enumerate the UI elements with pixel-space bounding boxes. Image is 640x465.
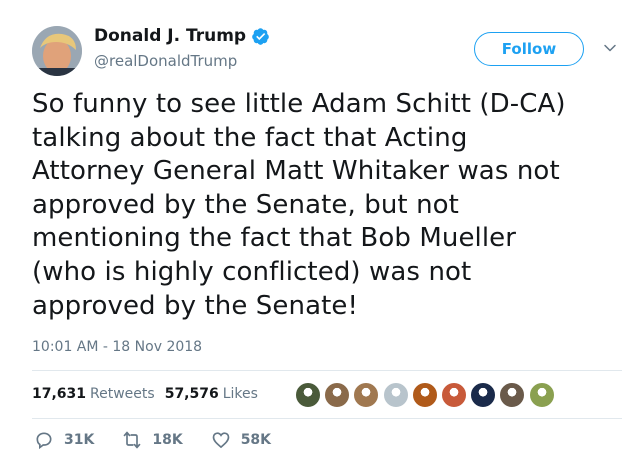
likes-label: Likes xyxy=(222,386,258,402)
tweet-text-line: talking about the fact that Acting xyxy=(32,122,468,153)
tweet-text-line: So funny to see little Adam Schitt (D-CA… xyxy=(32,89,566,119)
liker-avatar[interactable] xyxy=(411,382,438,408)
author-display-name[interactable]: Donald J. Trump xyxy=(94,26,246,46)
profile-avatar[interactable] xyxy=(32,26,82,76)
likes-count: 57,576 xyxy=(164,386,219,402)
reply-count: 31K xyxy=(64,432,95,448)
verified-badge-icon xyxy=(251,27,270,46)
liker-avatar[interactable] xyxy=(353,382,380,408)
heart-icon xyxy=(212,432,230,449)
liker-avatar[interactable] xyxy=(324,382,351,408)
tweet-actions: 31K 18K 58K xyxy=(34,430,299,450)
liker-avatar[interactable] xyxy=(382,382,409,408)
tweet-text-line: approved by the Senate, but not xyxy=(32,189,459,220)
like-button[interactable]: 58K xyxy=(211,430,271,450)
divider xyxy=(32,418,622,419)
chevron-down-icon[interactable] xyxy=(603,40,617,54)
author-name-row: Donald J. Trump xyxy=(94,26,270,46)
liker-avatar[interactable] xyxy=(528,382,555,408)
liker-avatar[interactable] xyxy=(499,382,526,408)
liker-avatars xyxy=(295,382,558,408)
tweet-text-line: Attorney General Matt Whitaker was not xyxy=(32,156,560,187)
retweets-count: 17,631 xyxy=(32,386,87,402)
retweet-icon xyxy=(124,431,141,449)
retweets-stat[interactable]: 17,631 Retweets xyxy=(32,386,155,402)
divider xyxy=(32,370,622,371)
likes-stat[interactable]: 57,576 Likes xyxy=(165,386,258,402)
retweets-label: Retweets xyxy=(90,386,155,402)
retweet-count: 18K xyxy=(152,432,183,448)
tweet-text: So funny to see little Adam Schitt (D-CA… xyxy=(32,88,632,323)
liker-avatar[interactable] xyxy=(295,382,321,408)
tweet-text-line: (who is highly conflicted) was not xyxy=(32,256,472,287)
tweet-stats: 17,631 Retweets 57,576 Likes xyxy=(32,386,268,402)
tweet-text-line: mentioning the fact that Bob Mueller xyxy=(32,223,517,254)
liker-avatar[interactable] xyxy=(440,382,467,408)
retweet-button[interactable]: 18K xyxy=(122,430,183,450)
tweet-timestamp[interactable]: 10:01 AM - 18 Nov 2018 xyxy=(32,339,202,355)
liker-avatar[interactable] xyxy=(470,382,497,408)
like-count: 58K xyxy=(240,432,272,448)
reply-button[interactable]: 31K xyxy=(34,430,94,450)
follow-button[interactable]: Follow xyxy=(474,32,584,66)
author-handle[interactable]: @realDonaldTrump xyxy=(94,52,237,70)
reply-icon xyxy=(36,432,52,450)
tweet-text-line: approved by the Senate! xyxy=(32,290,359,321)
